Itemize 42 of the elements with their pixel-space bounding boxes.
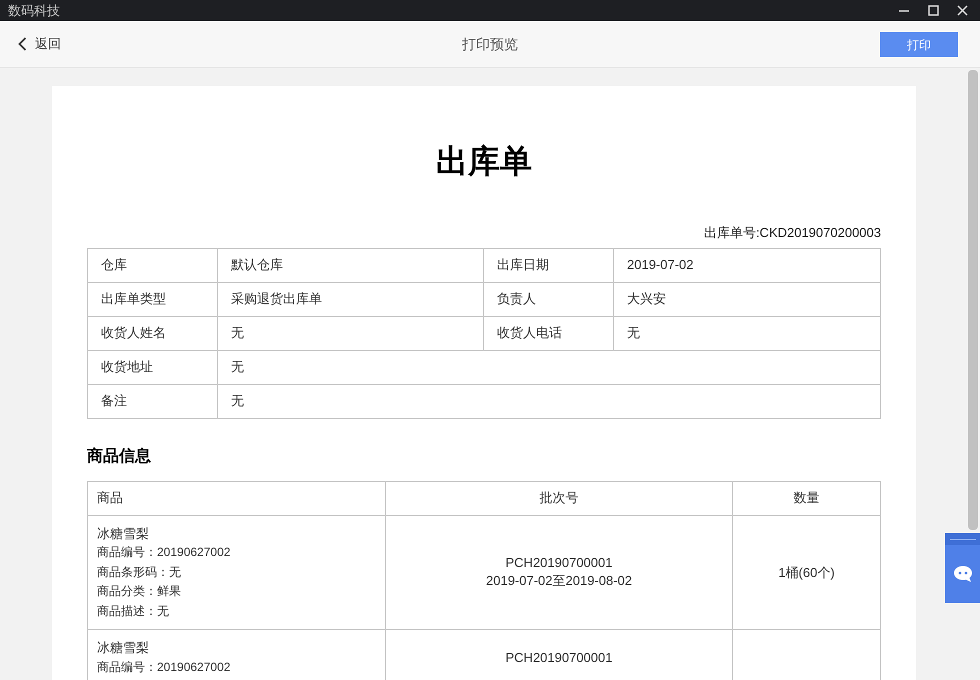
scrollbar-thumb[interactable]	[968, 70, 978, 530]
field-value: 采购退货出库单	[218, 282, 484, 316]
product-detail: 商品编号：20190627002	[97, 658, 232, 676]
batch-text: 2019-07-02至2019-08-02	[485, 572, 633, 590]
field-label: 出库日期	[484, 248, 614, 282]
product-name: 冰糖雪梨	[97, 639, 150, 657]
product-name: 冰糖雪梨	[97, 524, 150, 542]
column-header: 商品	[88, 481, 386, 515]
field-value: 无	[218, 350, 880, 384]
field-value: 无	[218, 384, 880, 418]
back-button[interactable]: 返回	[18, 34, 61, 54]
field-label: 收货人电话	[484, 316, 614, 350]
field-label: 负责人	[484, 282, 614, 316]
field-value: 大兴安	[614, 282, 880, 316]
product-detail: 商品分类：鲜果	[97, 583, 182, 600]
product-detail: 商品描述：无	[97, 602, 170, 620]
column-header: 批次号	[386, 481, 732, 515]
field-label: 收货地址	[88, 350, 218, 384]
field-label: 备注	[88, 384, 218, 418]
section-heading: 商品信息	[87, 448, 151, 464]
quantity-text: 1桶(60个)	[778, 564, 835, 580]
page-title: 打印预览	[462, 34, 518, 54]
close-icon[interactable]	[957, 5, 968, 16]
product-detail: 商品编号：20190627002	[97, 544, 232, 561]
field-value: 2019-07-02	[614, 248, 880, 282]
field-label: 仓库	[88, 248, 218, 282]
batch-text: PCH20190700001	[504, 554, 614, 572]
window-title: 数码科技	[8, 2, 60, 20]
batch-text: PCH20190700001	[504, 648, 614, 666]
maximize-icon[interactable]	[928, 5, 939, 16]
field-value: 无	[614, 316, 880, 350]
field-value: 无	[218, 316, 484, 350]
order-number: 出库单号:CKD2019070200003	[704, 224, 881, 242]
chat-bubble-icon	[952, 565, 972, 583]
document-title: 出库单	[436, 142, 532, 181]
chat-widget[interactable]	[945, 533, 980, 603]
field-value: 默认仓库	[218, 248, 484, 282]
product-detail: 商品条形码：无	[97, 564, 182, 580]
column-header: 数量	[732, 481, 880, 515]
chevron-left-icon	[18, 37, 27, 51]
field-label: 收货人姓名	[88, 316, 218, 350]
field-label: 出库单类型	[88, 282, 218, 316]
